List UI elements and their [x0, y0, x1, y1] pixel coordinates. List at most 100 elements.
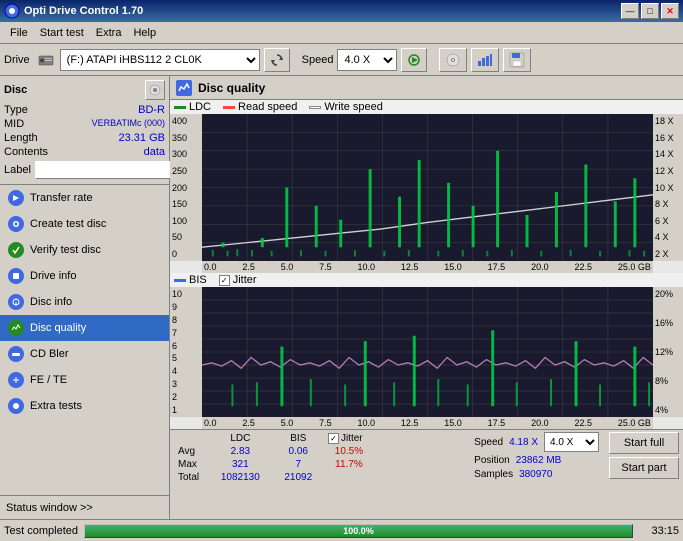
ldc-legend: LDC	[174, 101, 211, 113]
transfer-rate-icon	[8, 190, 24, 206]
nav-transfer-rate-label: Transfer rate	[30, 192, 93, 204]
stats-area: LDC BIS ✓ Jitter Avg 2.83 0.06 10.5%	[170, 429, 683, 519]
status-window-button[interactable]: Status window >>	[0, 495, 169, 519]
chart1-container: 400 350 300 250 200 150 100 50 0	[170, 114, 683, 261]
nav-extra-tests[interactable]: Extra tests	[0, 393, 169, 419]
position-value: 23862 MB	[516, 455, 562, 466]
stats-header-row: LDC BIS ✓ Jitter	[174, 432, 374, 445]
save-icon-button[interactable]	[503, 48, 531, 72]
nav-verify-test-disc[interactable]: Verify test disc	[0, 237, 169, 263]
label-input[interactable]	[35, 161, 173, 179]
ldc-label: LDC	[189, 101, 211, 113]
contents-label: Contents	[4, 146, 48, 158]
total-label: Total	[174, 471, 208, 484]
chart2-legend: BIS ✓ Jitter	[170, 273, 683, 287]
start-part-button[interactable]: Start part	[609, 457, 679, 479]
max-jitter: 11.7%	[324, 458, 374, 471]
read-speed-label: Read speed	[238, 101, 297, 113]
speed-info-row: Speed 4.18 X 4.0 X	[474, 432, 599, 452]
jitter-col-header: Jitter	[341, 433, 363, 444]
disc-label-row: Label	[4, 160, 165, 180]
chart2-svg	[202, 287, 653, 417]
disc-icon-button[interactable]	[439, 48, 467, 72]
toolbar: Drive (F:) ATAPI iHBS112 2 CL0K Speed 4.…	[0, 44, 683, 76]
nav-disc-info[interactable]: Disc info	[0, 289, 169, 315]
progress-bar: 100.0%	[84, 524, 633, 538]
minimize-button[interactable]: —	[621, 3, 639, 19]
status-bar-bottom: Test completed 100.0% 33:15	[0, 519, 683, 541]
nav-create-test-disc[interactable]: Create test disc	[0, 211, 169, 237]
nav-fe-te-label: FE / TE	[30, 374, 67, 386]
window-controls: — □ ✕	[621, 3, 679, 19]
charts-area: LDC Read speed Write speed 400 350 300 2	[170, 100, 683, 429]
bis-color	[174, 279, 186, 282]
chart2-x-axis: 0.0 2.5 5.0 7.5 10.0 12.5 15.0 17.5 20.0…	[202, 417, 653, 429]
drive-info-icon	[8, 268, 24, 284]
disc-section: Disc Type BD-R MID VERBATIMc (000) Lengt…	[0, 76, 169, 185]
nav-disc-info-label: Disc info	[30, 296, 72, 308]
label-label: Label	[4, 164, 31, 176]
progress-text: 100.0%	[85, 525, 632, 537]
type-value: BD-R	[138, 104, 165, 116]
cd-bler-icon	[8, 346, 24, 362]
speed-select[interactable]: 4.0 X	[337, 49, 397, 71]
read-speed-legend: Read speed	[223, 101, 297, 113]
drive-select[interactable]: (F:) ATAPI iHBS112 2 CL0K	[60, 49, 260, 71]
samples-value: 380970	[519, 469, 552, 480]
drive-refresh-button[interactable]	[264, 48, 290, 72]
nav-transfer-rate[interactable]: Transfer rate	[0, 185, 169, 211]
total-bis: 21092	[273, 471, 324, 484]
quality-header-icon	[176, 80, 192, 96]
stats-avg-row: Avg 2.83 0.06 10.5%	[174, 445, 374, 458]
menu-file[interactable]: File	[4, 25, 34, 41]
start-full-button[interactable]: Start full	[609, 432, 679, 454]
menu-start-test[interactable]: Start test	[34, 25, 90, 41]
chart1-legend: LDC Read speed Write speed	[170, 100, 683, 114]
maximize-button[interactable]: □	[641, 3, 659, 19]
nav-fe-te[interactable]: FE / TE	[0, 367, 169, 393]
menu-help[interactable]: Help	[127, 25, 162, 41]
nav-disc-quality[interactable]: Disc quality	[0, 315, 169, 341]
chart1-y-left: 400 350 300 250 200 150 100 50 0	[170, 114, 202, 261]
create-test-disc-icon	[8, 216, 24, 232]
chart2-y-left: 10 9 8 7 6 5 4 3 2 1	[170, 287, 202, 417]
ldc-header: LDC	[208, 432, 272, 445]
ldc-color	[174, 106, 186, 109]
right-panel: Disc quality LDC Read speed Write speed	[170, 76, 683, 519]
chart-icon-button[interactable]	[471, 48, 499, 72]
menu-extra[interactable]: Extra	[90, 25, 128, 41]
quality-title: Disc quality	[198, 81, 265, 95]
speed-apply-button[interactable]	[401, 48, 427, 72]
disc-info-icon	[8, 294, 24, 310]
max-label: Max	[174, 458, 208, 471]
nav-cd-bler-label: CD Bler	[30, 348, 69, 360]
status-text: Test completed	[4, 525, 78, 537]
nav-cd-bler[interactable]: CD Bler	[0, 341, 169, 367]
action-buttons: Start full Start part	[609, 432, 679, 479]
nav-list: Transfer rate Create test disc Verify te…	[0, 185, 169, 495]
disc-header: Disc	[4, 80, 165, 100]
nav-drive-info[interactable]: Drive info	[0, 263, 169, 289]
jitter-stats-checkbox[interactable]: ✓	[328, 433, 339, 444]
stats-speed-select[interactable]: 4.0 X	[544, 432, 599, 452]
disc-section-icon-button[interactable]	[145, 80, 165, 100]
nav-verify-test-disc-label: Verify test disc	[30, 244, 101, 256]
nav-drive-info-label: Drive info	[30, 270, 76, 282]
read-speed-color	[223, 106, 235, 109]
max-ldc: 321	[208, 458, 272, 471]
avg-bis: 0.06	[273, 445, 324, 458]
write-speed-legend: Write speed	[309, 101, 383, 113]
chart1-svg-container	[202, 114, 653, 261]
chart1-y-right: 18 X 16 X 14 X 12 X 10 X 8 X 6 X 4 X 2 X	[653, 114, 683, 261]
status-time: 33:15	[639, 525, 679, 537]
disc-contents-row: Contents data	[4, 146, 165, 158]
left-panel: Disc Type BD-R MID VERBATIMc (000) Lengt…	[0, 76, 170, 519]
nav-create-test-disc-label: Create test disc	[30, 218, 106, 230]
speed-info-value: 4.18 X	[509, 437, 538, 448]
chart1-svg	[202, 114, 653, 261]
jitter-legend: ✓ Jitter	[219, 274, 257, 286]
close-button[interactable]: ✕	[661, 3, 679, 19]
jitter-checkbox[interactable]: ✓	[219, 275, 230, 286]
nav-disc-quality-label: Disc quality	[30, 322, 86, 334]
chart2-svg-container	[202, 287, 653, 417]
